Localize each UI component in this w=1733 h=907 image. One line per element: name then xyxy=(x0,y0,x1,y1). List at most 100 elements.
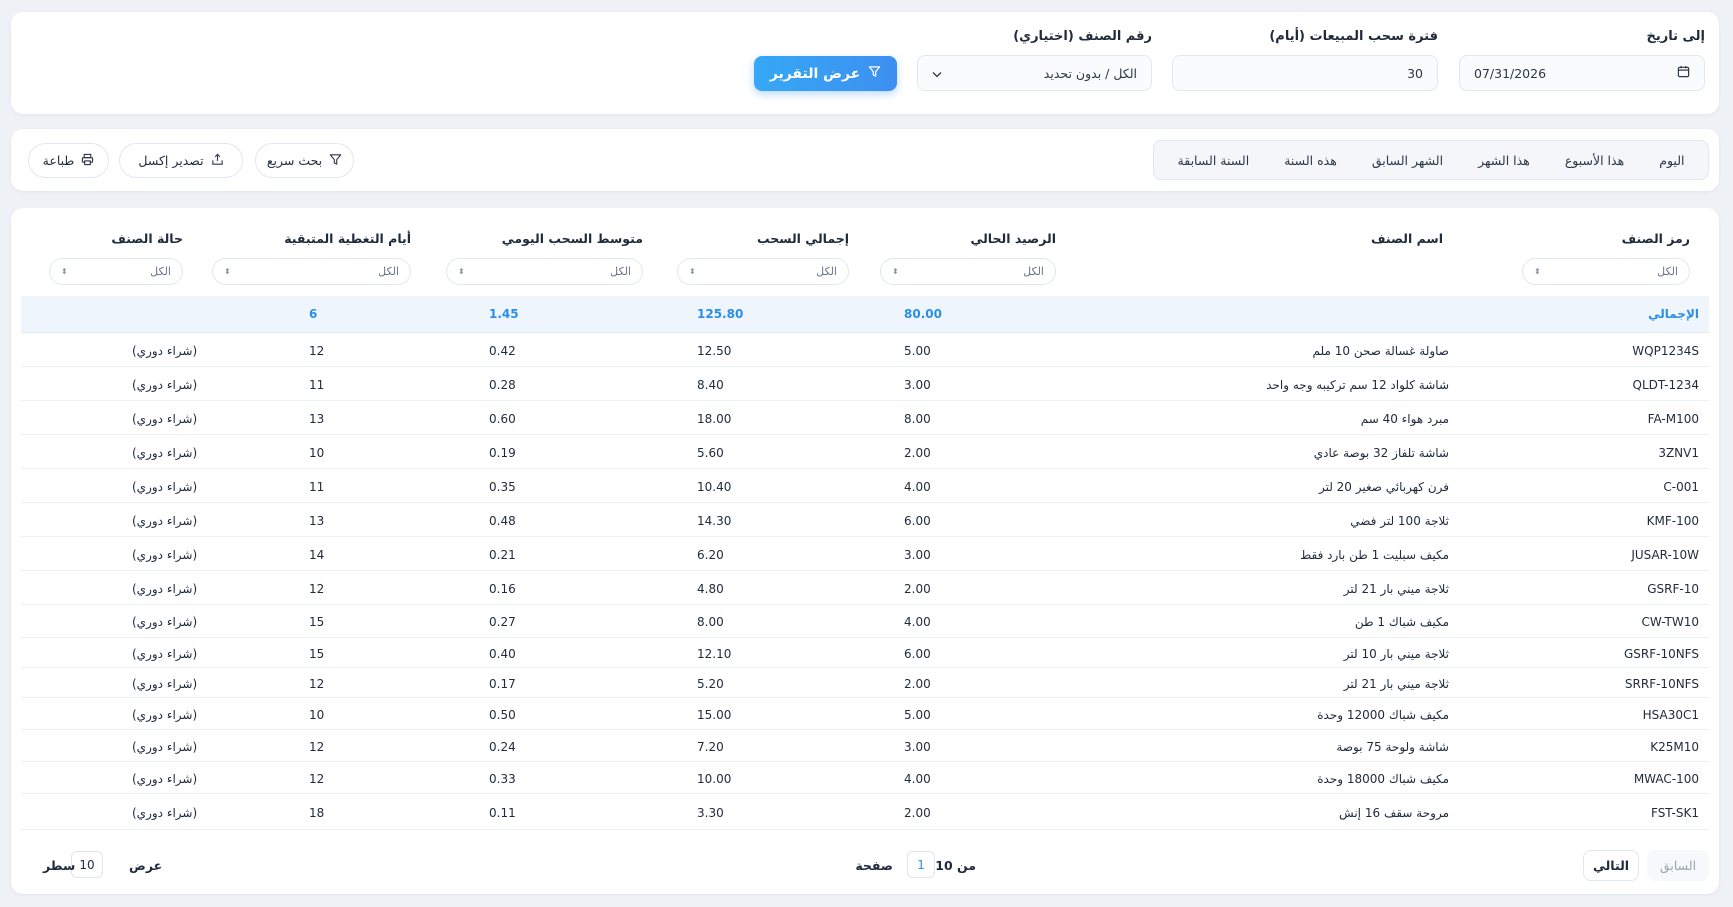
item-select[interactable]: الكل / بدون تحديد xyxy=(917,55,1152,91)
balance-filter-select[interactable]: الكل ⬍ xyxy=(880,258,1056,285)
total-draw-cell: 8.00 xyxy=(697,615,724,629)
prev-page-button[interactable]: السابق xyxy=(1647,850,1709,881)
days-left-cell: 12 xyxy=(309,343,325,358)
days-left-filter-select[interactable]: الكل ⬍ xyxy=(212,258,411,285)
item-code-cell: HSA30C1 xyxy=(1642,707,1699,722)
quick-range-last-month[interactable]: الشهر السابق xyxy=(1368,149,1447,172)
days-left-cell: 10 xyxy=(309,707,325,722)
total-draw-cell: 10.00 xyxy=(697,771,732,786)
printer-icon xyxy=(81,153,94,169)
item-name-cell: مكيف شباك 12000 وحدة xyxy=(1317,707,1449,722)
item-code-cell: K25M10 xyxy=(1650,739,1699,754)
table-row[interactable]: K25M10 شاشة ولوحة 75 بوصة 3.00 7.20 0.24 12 (ش… xyxy=(21,732,1709,762)
table-row[interactable]: FA-M100 مبرد هواء 40 سم 8.00 18.00 0.60 13 (شر… xyxy=(21,403,1709,435)
avg-draw-filter-value: الكل xyxy=(610,265,631,278)
to-date-group: إلى تاريخ xyxy=(1459,28,1705,46)
item-code-cell: FST-SK1 xyxy=(1651,805,1699,820)
table-row[interactable]: CW-TW10 مكيف شباك 1 طن 4.00 8.00 0.27 15 (شراء… xyxy=(21,607,1709,638)
calendar-icon[interactable] xyxy=(1677,65,1690,81)
table-row[interactable]: JUSAR-10W مكيف سبليت 1 طن بارد فقط 3.00 6.2… xyxy=(21,539,1709,571)
item-code-cell: WQP1234S xyxy=(1632,343,1699,358)
total-label: الإجمالي xyxy=(1648,307,1699,321)
quick-range-today[interactable]: اليوم xyxy=(1655,149,1688,172)
total-draw-cell: 4.80 xyxy=(697,581,724,596)
table-row[interactable]: 3ZNV1 شاشة تلفاز 32 بوصة عادي 2.00 5.60 0.19… xyxy=(21,437,1709,469)
table-row[interactable]: GSRF-10 ثلاجة ميني بار 21 لتر 2.00 4.80 0.16… xyxy=(21,573,1709,605)
current-page-input[interactable]: 1 xyxy=(907,851,935,878)
export-icon xyxy=(211,153,224,169)
balance-cell: 6.00 xyxy=(904,513,931,528)
avg-draw-cell: 0.50 xyxy=(489,707,516,722)
period-value: 30 xyxy=(1407,65,1423,81)
balance-cell: 4.00 xyxy=(904,615,931,629)
table-row[interactable]: GSRF-10NFS ثلاجة ميني بار 10 لتر 6.00 12.10… xyxy=(21,640,1709,668)
table-row[interactable]: FST-SK1 مروحة سقف 16 إنش 2.00 3.30 0.11 18 (شر… xyxy=(21,796,1709,830)
table-row[interactable]: MWAC-100 مكيف شباك 18000 وحدة 4.00 10.00 0.3… xyxy=(21,764,1709,794)
col-header-total-draw: إجمالي السحب xyxy=(757,231,849,246)
balance-cell: 3.00 xyxy=(904,547,931,562)
total-draw-cell: 12.50 xyxy=(697,343,732,358)
item-name-cell: شاشة ولوحة 75 بوصة xyxy=(1336,739,1449,754)
next-page-button[interactable]: التالي xyxy=(1583,850,1639,881)
item-code-cell: 3ZNV1 xyxy=(1658,445,1699,460)
days-left-cell: 15 xyxy=(309,646,325,661)
balance-cell: 2.00 xyxy=(904,445,931,460)
code-filter-select[interactable]: الكل ⬍ xyxy=(1522,258,1690,285)
avg-draw-cell: 0.21 xyxy=(489,547,516,562)
quick-range-this-month[interactable]: هذا الشهر xyxy=(1474,149,1534,172)
total-draw-cell: 5.20 xyxy=(697,676,724,691)
to-date-value: 07/31/2026 xyxy=(1474,65,1547,81)
balance-filter-value: الكل xyxy=(1023,265,1044,278)
to-date-input[interactable]: 07/31/2026 xyxy=(1459,55,1705,91)
table-row[interactable]: QLDT-1234 شاشة كلواد 12 سم تركيبه وجه واح… xyxy=(21,369,1709,401)
days-left-filter-value: الكل xyxy=(378,265,399,278)
quick-range-this-week[interactable]: هذا الأسبوع xyxy=(1561,149,1628,172)
quick-range-last-year[interactable]: السنة السابقة xyxy=(1174,149,1254,172)
table-row[interactable]: WQP1234S صاولة غسالة صحن 10 ملم 5.00 12.50 0… xyxy=(21,335,1709,367)
balance-cell: 4.00 xyxy=(904,479,931,494)
total-draw-filter-select[interactable]: الكل ⬍ xyxy=(677,258,849,285)
total-draw: 125.80 xyxy=(697,307,744,321)
item-code-cell: SRRF-10NFS xyxy=(1624,676,1699,691)
avg-draw-cell: 0.24 xyxy=(489,739,516,754)
item-name-cell: شاشة كلواد 12 سم تركيبه وجه واحد xyxy=(1266,377,1449,392)
item-code-cell: CW-TW10 xyxy=(1641,615,1699,629)
quick-search-button[interactable]: بحث سريع xyxy=(255,143,354,178)
status-cell: (شراء دوري) xyxy=(132,377,198,392)
export-excel-button[interactable]: تصدير إكسل xyxy=(119,143,243,178)
rows-per-page-select[interactable]: 10 xyxy=(71,851,103,878)
quick-range-this-year[interactable]: هذه السنة xyxy=(1280,149,1341,172)
show-report-button[interactable]: عرض التقرير xyxy=(754,56,897,91)
days-left-cell: 13 xyxy=(309,411,325,426)
status-cell: (شراء دوري) xyxy=(132,411,198,426)
item-name-cell: شاشة تلفاز 32 بوصة عادي xyxy=(1313,445,1449,460)
days-left-cell: 14 xyxy=(309,547,325,562)
table-row[interactable]: KMF-100 ثلاجة 100 لتر فضي 6.00 14.30 0.48 13 (… xyxy=(21,505,1709,537)
days-left-cell: 13 xyxy=(309,513,325,528)
period-input[interactable]: 30 xyxy=(1172,55,1438,91)
print-button[interactable]: طباعة xyxy=(28,143,109,178)
avg-draw-cell: 0.48 xyxy=(489,513,516,528)
page-total-label: من 10 xyxy=(935,858,976,873)
balance-cell: 5.00 xyxy=(904,707,931,722)
total-avg-draw: 1.45 xyxy=(489,307,519,321)
item-name-cell: مكيف شباك 18000 وحدة xyxy=(1317,771,1449,786)
item-name-cell: ثلاجة 100 لتر فضي xyxy=(1350,513,1449,528)
total-draw-cell: 12.10 xyxy=(697,646,732,661)
status-filter-select[interactable]: الكل ⬍ xyxy=(49,258,183,285)
avg-draw-filter-select[interactable]: الكل ⬍ xyxy=(446,258,643,285)
balance-cell: 3.00 xyxy=(904,739,931,754)
table-row[interactable]: SRRF-10NFS ثلاجة ميني بار 21 لتر 2.00 5.20 0… xyxy=(21,670,1709,698)
status-cell: (شراء دوري) xyxy=(132,479,198,494)
status-cell: (شراء دوري) xyxy=(132,445,198,460)
item-name-cell: مكيف سبليت 1 طن بارد فقط xyxy=(1300,547,1449,562)
avg-draw-cell: 0.40 xyxy=(489,646,516,661)
balance-cell: 2.00 xyxy=(904,676,931,691)
total-draw-filter-value: الكل xyxy=(816,265,837,278)
filter-icon xyxy=(868,65,881,82)
table-row[interactable]: HSA30C1 مكيف شباك 12000 وحدة 5.00 15.00 0.50… xyxy=(21,700,1709,730)
item-code-cell: C-001 xyxy=(1663,479,1699,494)
table-row[interactable]: C-001 فرن كهربائي صغير 20 لتر 4.00 10.40 0.3… xyxy=(21,471,1709,503)
print-label: طباعة xyxy=(42,153,75,168)
report-filter-panel: إلى تاريخ 07/31/2026 فترة سحب المبيعات (… xyxy=(11,12,1719,114)
